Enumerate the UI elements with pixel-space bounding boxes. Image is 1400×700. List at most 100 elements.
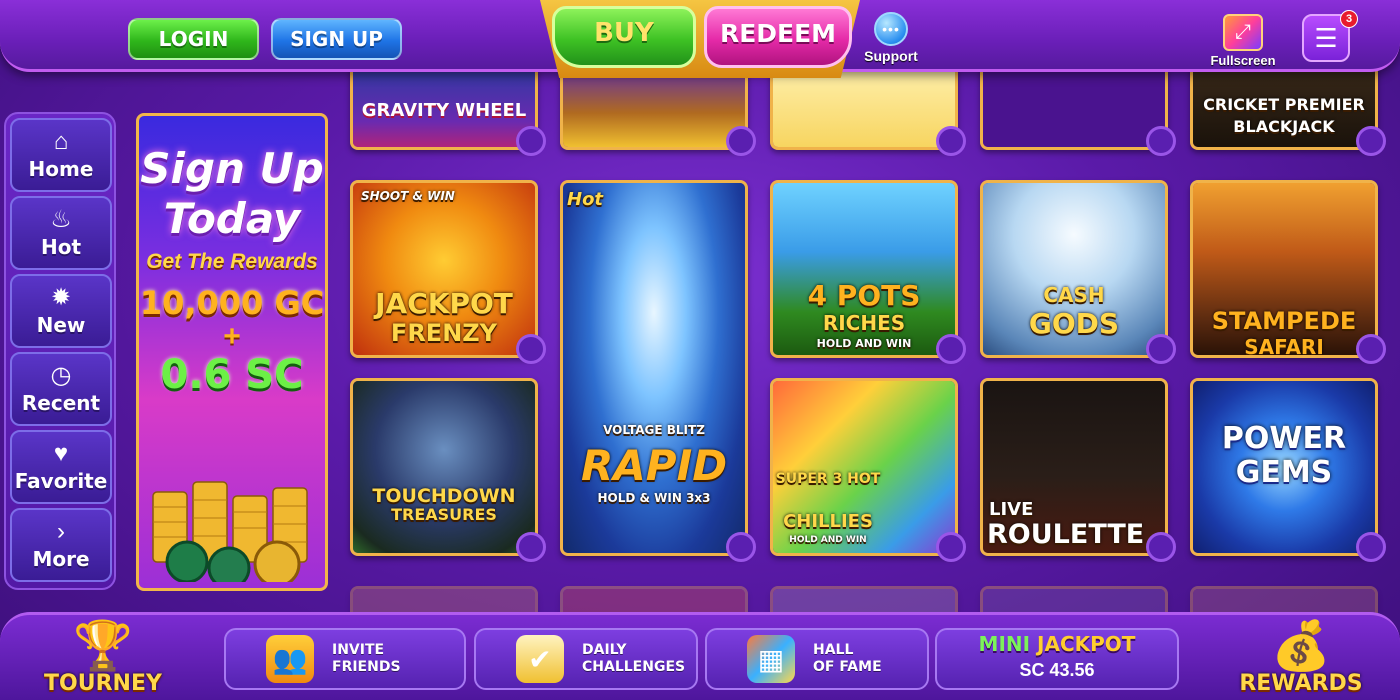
game-title: TOUCHDOWN <box>372 485 516 507</box>
hall-line2: OF FAME <box>813 659 882 675</box>
friends-icon: 👥 <box>266 635 314 683</box>
chat-bubble-icon: ••• <box>874 12 908 46</box>
sidebar-item-more[interactable]: › More <box>10 508 112 582</box>
game-title: STAMPEDE <box>1211 307 1357 335</box>
redeem-button[interactable]: REDEEM <box>704 6 852 68</box>
game-title: RICHES <box>822 311 906 335</box>
tourney-button[interactable]: 🏆 TOURNEY <box>28 616 178 700</box>
support-label: Support <box>864 48 918 64</box>
favorite-toggle[interactable] <box>1356 126 1386 156</box>
game-title: CASH <box>1043 283 1105 307</box>
notification-badge: 3 <box>1340 10 1358 28</box>
promo-plus: + <box>223 320 241 353</box>
favorite-toggle[interactable] <box>516 126 546 156</box>
game-subtitle: HOLD AND WIN <box>816 337 912 350</box>
promo-subtitle: Get The Rewards <box>146 250 318 273</box>
favorite-toggle[interactable] <box>1356 334 1386 364</box>
sidebar-item-new[interactable]: ✹ New <box>10 274 112 348</box>
game-title: 4 POTS <box>807 279 921 312</box>
invite-friends-button[interactable]: 👥 INVITE FRIENDS <box>224 628 466 690</box>
chevron-right-icon: › <box>57 518 65 545</box>
game-tile-cash-of-gods[interactable]: CASH GODS <box>980 180 1168 358</box>
favorite-toggle[interactable] <box>1356 532 1386 562</box>
bottom-bar <box>0 612 1400 700</box>
promo-title-line1: Sign Up <box>140 144 324 193</box>
favorite-toggle[interactable] <box>516 532 546 562</box>
rewards-label: REWARDS <box>1239 671 1363 696</box>
tourney-label: TOURNEY <box>44 671 162 696</box>
jackpot-title: MINI JACKPOT <box>937 632 1177 656</box>
signup-button[interactable]: SIGN UP <box>271 18 402 60</box>
rewards-button[interactable]: 💰 REWARDS <box>1226 616 1376 700</box>
game-tag: SHOOT & WIN <box>361 189 455 203</box>
game-tile-gravity-wheel[interactable]: GRAVITY WHEEL <box>350 62 538 150</box>
sidebar-item-hot[interactable]: ♨ Hot <box>10 196 112 270</box>
game-title: TREASURES <box>391 505 497 524</box>
favorite-toggle[interactable] <box>936 126 966 156</box>
favorite-toggle[interactable] <box>936 334 966 364</box>
game-title: SUPER 3 HOT <box>775 471 881 487</box>
game-title: CRICKET PREMIER BLACKJACK <box>1203 95 1365 136</box>
home-icon: ⌂ <box>53 128 69 155</box>
sidebar-item-label: Home <box>28 157 94 181</box>
favorite-toggle[interactable] <box>1146 532 1176 562</box>
hamburger-icon: ☰ <box>1314 22 1338 53</box>
login-button[interactable]: LOGIN <box>128 18 259 60</box>
game-tile-stampede-safari[interactable]: STAMPEDE SAFARI <box>1190 180 1378 358</box>
game-title: LIVE <box>989 499 1034 520</box>
hall-of-fame-button[interactable]: ▦ HALL OF FAME <box>705 628 929 690</box>
game-tile-touchdown-treasures[interactable]: TOUCHDOWN TREASURES <box>350 378 538 556</box>
mini-jackpot-panel: MINI JACKPOT SC 43.56 <box>935 628 1179 690</box>
blocks-icon: ▦ <box>747 635 795 683</box>
clock-icon: ◷ <box>50 362 72 389</box>
sidebar-item-label: Favorite <box>14 469 108 493</box>
promo-sc-amount: 0.6 SC <box>160 352 304 398</box>
fullscreen-button[interactable]: ⤢ Fullscreen <box>1208 14 1278 68</box>
game-tile-jackpot-frenzy[interactable]: SHOOT & WIN JACKPOT FRENZY <box>350 180 538 358</box>
heart-icon: ♥ <box>53 440 69 467</box>
sidebar: ⌂ Home ♨ Hot ✹ New ◷ Recent ♥ Favorite ›… <box>4 112 116 590</box>
sidebar-item-recent[interactable]: ◷ Recent <box>10 352 112 426</box>
favorite-toggle[interactable] <box>1146 334 1176 364</box>
game-title: CHILLIES <box>783 511 873 532</box>
game-subtitle: HOLD AND WIN <box>789 535 867 545</box>
game-tile-cricket-blackjack[interactable]: CRICKET PREMIER BLACKJACK <box>1190 62 1378 150</box>
favorite-toggle[interactable] <box>516 334 546 364</box>
game-tile-power-gems[interactable]: POWER GEMS <box>1190 378 1378 556</box>
game-subtitle: HOLD & WIN 3x3 <box>597 491 711 505</box>
promo-title-line2: Today <box>163 194 301 243</box>
game-tile-super-3-hot-chillies[interactable]: SUPER 3 HOT CHILLIES HOLD AND WIN <box>770 378 958 556</box>
trophy-icon: 🏆 <box>73 620 133 673</box>
game-title: FRENZY <box>390 319 498 347</box>
daily-line1: DAILY <box>582 642 627 658</box>
favorite-toggle[interactable] <box>726 126 756 156</box>
invite-line2: FRIENDS <box>332 659 401 675</box>
new-badge-icon: ✹ <box>50 284 72 311</box>
jackpot-value: SC 43.56 <box>1019 660 1095 680</box>
game-tile-top-4[interactable] <box>980 62 1168 150</box>
sidebar-item-label: New <box>36 313 86 337</box>
support-button[interactable]: ••• Support <box>862 12 920 68</box>
daily-challenges-label: DAILY CHALLENGES <box>582 642 685 676</box>
game-tile-4-pots-riches[interactable]: 4 POTS RICHES HOLD AND WIN <box>770 180 958 358</box>
favorite-toggle[interactable] <box>726 532 756 562</box>
favorite-toggle[interactable] <box>936 532 966 562</box>
game-title: POWER <box>1221 421 1347 456</box>
game-title: JACKPOT <box>375 287 513 320</box>
sidebar-item-home[interactable]: ⌂ Home <box>10 118 112 192</box>
calendar-check-icon: ✔ <box>516 635 564 683</box>
coin-pile-icon: 💰 <box>1271 620 1331 673</box>
favorite-toggle[interactable] <box>1146 126 1176 156</box>
buy-button[interactable]: BUY <box>552 6 696 68</box>
sidebar-item-label: Recent <box>21 391 101 415</box>
signup-promo-banner[interactable]: Sign Up Today Get The Rewards 10,000 GC … <box>136 113 328 591</box>
game-title: RAPID <box>580 441 728 490</box>
sidebar-item-label: More <box>32 547 90 571</box>
sidebar-item-favorite[interactable]: ♥ Favorite <box>10 430 112 504</box>
game-tile-rapid[interactable]: Hot VOLTAGE BLITZ RAPID HOLD & WIN 3x3 <box>560 180 748 556</box>
game-title: SAFARI <box>1244 335 1324 358</box>
game-tile-live-roulette[interactable]: LIVE ROULETTE <box>980 378 1168 556</box>
jackpot-mini-label: MINI <box>978 632 1031 656</box>
hot-tag: Hot <box>567 189 604 210</box>
daily-challenges-button[interactable]: ✔ DAILY CHALLENGES <box>474 628 698 690</box>
